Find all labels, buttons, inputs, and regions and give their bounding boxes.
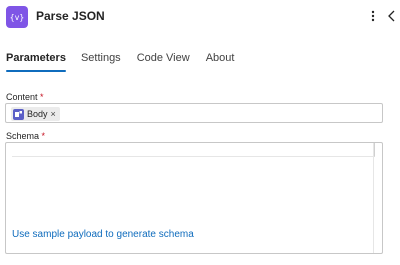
card-header: {v} Parse JSON xyxy=(0,0,400,34)
chevron-left-icon xyxy=(388,10,395,22)
schema-editor[interactable]: Use sample payload to generate schema xyxy=(5,142,383,254)
parse-json-icon: {v} xyxy=(6,6,28,28)
content-label-text: Content xyxy=(6,92,38,102)
tab-settings[interactable]: Settings xyxy=(81,52,121,72)
schema-label: Schema * xyxy=(6,131,45,141)
tab-list: Parameters Settings Code View About xyxy=(6,52,234,72)
svg-text:{v}: {v} xyxy=(10,13,24,22)
more-vertical-icon xyxy=(371,10,375,22)
token-label: Body xyxy=(27,109,48,119)
tab-code-view[interactable]: Code View xyxy=(137,52,190,72)
token-remove-button[interactable]: × xyxy=(51,109,56,119)
schema-editor-scrollbar[interactable] xyxy=(373,143,382,253)
content-input[interactable]: Body × xyxy=(5,103,383,123)
schema-required-mark: * xyxy=(41,131,46,141)
tab-parameters[interactable]: Parameters xyxy=(6,52,66,72)
content-required-mark: * xyxy=(40,92,44,102)
generate-schema-link[interactable]: Use sample payload to generate schema xyxy=(12,229,194,240)
action-title: Parse JSON xyxy=(36,9,105,23)
tab-about[interactable]: About xyxy=(206,52,235,72)
body-token[interactable]: Body × xyxy=(11,107,60,121)
dynamic-content-icon xyxy=(13,108,24,120)
schema-label-text: Schema xyxy=(6,131,40,141)
schema-editor-line[interactable] xyxy=(12,143,375,157)
collapse-panel-button[interactable] xyxy=(384,6,400,26)
content-label: Content * xyxy=(6,92,44,102)
more-options-button[interactable] xyxy=(364,6,382,26)
